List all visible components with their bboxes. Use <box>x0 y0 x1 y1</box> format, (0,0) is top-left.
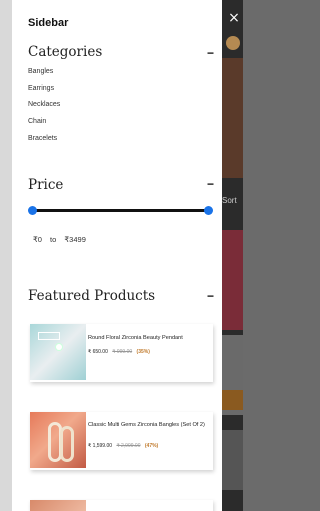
product-card-partial[interactable] <box>30 500 213 511</box>
bangle-graphic <box>60 426 74 462</box>
category-item-necklaces[interactable]: Necklaces <box>28 101 60 108</box>
product-price: ₹ 650.00 <box>88 349 108 355</box>
price-slider-min-handle[interactable] <box>28 206 37 215</box>
category-item-earrings[interactable]: Earrings <box>28 85 54 92</box>
product-image[interactable] <box>30 412 86 468</box>
product-name[interactable]: Classic Multi Gems Zirconia Bangles (Set… <box>88 422 210 430</box>
product-discount: (35%) <box>136 349 150 355</box>
close-icon[interactable]: × <box>226 10 242 26</box>
category-item-bracelets[interactable]: Bracelets <box>28 135 57 142</box>
category-item-bangles[interactable]: Bangles <box>28 68 53 75</box>
pendant-graphic <box>56 344 62 350</box>
background-button <box>222 390 243 410</box>
price-min: ₹0 <box>33 235 42 244</box>
product-discount: (47%) <box>144 443 159 449</box>
categories-title: Categories <box>28 44 103 60</box>
price-to: to <box>50 235 57 244</box>
price-slider-track[interactable] <box>32 209 208 212</box>
product-image[interactable] <box>30 500 86 511</box>
product-mrp: ₹ 2,999.00 <box>116 443 141 449</box>
price-slider-max-handle[interactable] <box>204 206 213 215</box>
price-range-text: ₹0 to ₹3499 <box>33 235 92 244</box>
background-product-image <box>222 230 243 330</box>
category-item-chain[interactable]: Chain <box>28 118 46 125</box>
cart-badge <box>226 36 240 50</box>
price-max: ₹3499 <box>64 235 86 244</box>
sort-label[interactable]: Sort <box>222 196 237 205</box>
product-mrp: ₹ 999.00 <box>112 349 133 355</box>
background-product-card-2 <box>222 430 243 490</box>
product-image[interactable] <box>30 324 86 380</box>
categories-collapse-icon[interactable]: − <box>207 47 214 59</box>
background-banner <box>222 58 243 178</box>
product-name[interactable]: Round Floral Zirconia Beauty Pendant <box>88 335 210 343</box>
sidebar-title: Sidebar <box>28 17 69 29</box>
product-price-row: ₹ 1,599.00 ₹ 2,999.00 (47%) <box>88 443 158 449</box>
featured-products-title: Featured Products <box>28 288 156 304</box>
sold-out-tag <box>38 332 60 340</box>
featured-collapse-icon[interactable]: − <box>207 290 214 302</box>
product-price: ₹ 1,599.00 <box>88 443 113 449</box>
sidebar-drawer: Sidebar Categories − Bangles Earrings Ne… <box>12 0 222 511</box>
product-card[interactable]: Classic Multi Gems Zirconia Bangles (Set… <box>30 412 213 470</box>
product-price-row: ₹ 650.00 ₹ 999.00 (35%) <box>88 349 150 355</box>
price-collapse-icon[interactable]: − <box>207 178 214 190</box>
product-card[interactable]: Round Floral Zirconia Beauty Pendant ₹ 6… <box>30 324 213 382</box>
price-title: Price <box>28 177 64 193</box>
